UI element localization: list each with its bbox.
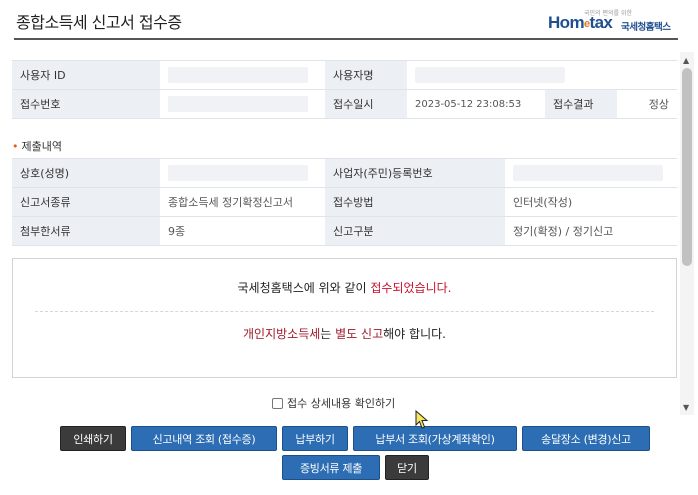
notice-text: 국세청홈택스에 위와 같이: [237, 281, 371, 295]
table-row: 신고서종류 종합소득세 정기확정신고서 접수방법 인터넷(작성): [12, 187, 677, 217]
return-type-value: 종합소득세 정기확정신고서: [160, 187, 325, 217]
redacted-user-name: [415, 67, 565, 83]
print-button[interactable]: 인쇄하기: [60, 426, 126, 451]
title-divider: [14, 38, 678, 40]
receipt-no-value: [160, 89, 325, 119]
view-history-button[interactable]: 신고내역 조회 (접수증): [131, 426, 277, 451]
company-value: [160, 158, 325, 188]
user-name-label: 사용자명: [325, 60, 407, 90]
pay-button[interactable]: 납부하기: [282, 426, 348, 451]
user-id-label: 사용자 ID: [12, 60, 160, 90]
receipt-datetime-value: 2023-05-12 23:08:53: [407, 89, 545, 119]
return-type-label: 신고서종류: [12, 187, 160, 217]
category-label: 신고구분: [325, 216, 505, 246]
bullet-icon: •: [12, 140, 19, 153]
notice-text: 는: [320, 327, 336, 341]
hometax-logo: 국민의 편의를 위한 Hometax 국세청홈택스: [548, 8, 678, 34]
close-button[interactable]: 닫기: [385, 455, 429, 480]
attachments-label: 첨부한서류: [12, 216, 160, 246]
table-row: 접수번호 접수일시 2023-05-12 23:08:53 접수결과 정상: [12, 89, 677, 119]
method-value: 인터넷(작성): [505, 187, 677, 217]
mouse-cursor-icon: [415, 410, 429, 429]
notice-box: 국세청홈택스에 위와 같이 접수되었습니다. 개인지방소득세는 별도 신고해야 …: [12, 258, 677, 378]
checkbox-icon[interactable]: [272, 397, 283, 409]
category-value: 정기(확정) / 정기신고: [505, 216, 677, 246]
redacted-biz-no: [513, 165, 663, 181]
redacted-user-id: [168, 67, 308, 83]
user-info-table: 사용자 ID 사용자명: [12, 60, 677, 90]
logo-brand: Hometax: [548, 13, 613, 33]
table-row: 첨부한서류 9종 신고구분 정기(확정) / 정기신고: [12, 216, 677, 246]
submission-section-title: • 제출내역: [12, 138, 62, 154]
page-header: 종합소득세 신고서 접수증 국민의 편의를 위한 Hometax 국세청홈택스: [0, 0, 698, 40]
submit-docs-button[interactable]: 증빙서류 제출: [282, 455, 380, 480]
receipt-info-table: 접수번호 접수일시 2023-05-12 23:08:53 접수결과 정상: [12, 89, 677, 119]
notice-divider: [35, 311, 654, 312]
page-title: 종합소득세 신고서 접수증: [16, 13, 182, 32]
receipt-result-value: 정상: [617, 89, 677, 119]
submission-section-label: 제출내역: [21, 140, 62, 153]
delivery-address-button[interactable]: 송달장소 (변경)신고: [522, 426, 650, 451]
separate-filing-highlight: 별도 신고: [335, 327, 384, 341]
scrollbar-thumb[interactable]: [682, 68, 692, 266]
attachments-value: 9종: [160, 216, 325, 246]
company-label: 상호(성명): [12, 158, 160, 188]
local-tax-name: 개인지방소득세: [243, 327, 321, 341]
confirm-details-label[interactable]: 접수 상세내용 확인하기: [287, 395, 395, 411]
receipt-content: 사용자 ID 사용자명 접수번호 접수일시 2023-05-12 23:08:5…: [12, 52, 677, 380]
scroll-up-icon[interactable]: ▲: [683, 56, 689, 65]
biz-no-label: 사업자(주민)등록번호: [325, 158, 505, 188]
submission-table: 상호(성명) 사업자(주민)등록번호 신고서종류 종합소득세 정기확정신고서 접…: [12, 158, 677, 246]
redacted-receipt-no: [168, 96, 308, 112]
vertical-scrollbar[interactable]: ▲ ▼: [680, 52, 694, 415]
biz-no-value: [505, 158, 677, 188]
user-name-value: [407, 60, 677, 90]
table-row: 상호(성명) 사업자(주민)등록번호: [12, 158, 677, 188]
receipt-datetime-label: 접수일시: [325, 89, 407, 119]
logo-brand-pre: Hom: [548, 13, 585, 32]
receipt-no-label: 접수번호: [12, 89, 160, 119]
receipt-result-label: 접수결과: [545, 89, 617, 119]
receipt-notice: 국세청홈택스에 위와 같이 접수되었습니다.: [13, 279, 676, 296]
method-label: 접수방법: [325, 187, 505, 217]
confirm-details-checkbox[interactable]: 접수 상세내용 확인하기: [272, 395, 395, 411]
bill-lookup-button[interactable]: 납부서 조회(가상계좌확인): [353, 426, 517, 451]
notice-highlight: 접수되었습니다.: [370, 281, 452, 295]
scroll-down-icon[interactable]: ▼: [683, 403, 689, 412]
user-id-value: [160, 60, 325, 90]
logo-brand-post: tax: [589, 13, 613, 32]
local-tax-notice: 개인지방소득세는 별도 신고해야 합니다.: [13, 325, 676, 342]
redacted-company: [168, 165, 308, 181]
notice-text: 해야 합니다.: [383, 327, 446, 341]
logo-service-name: 국세청홈택스: [621, 22, 671, 33]
table-row: 사용자 ID 사용자명: [12, 60, 677, 90]
